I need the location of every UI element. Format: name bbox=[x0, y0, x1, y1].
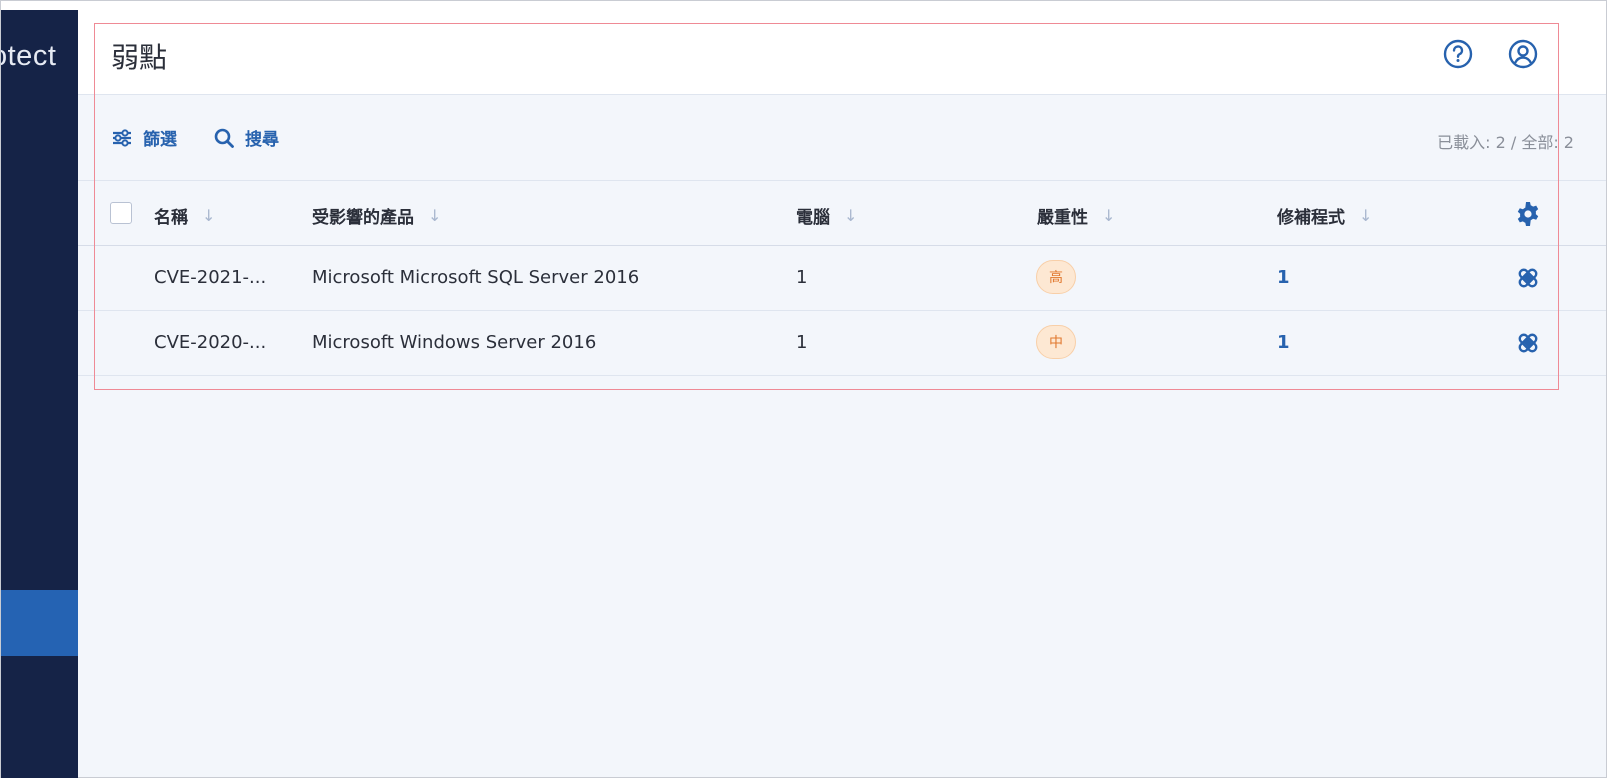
settings-gear-icon[interactable] bbox=[1515, 201, 1541, 227]
cell-computers: 1 bbox=[796, 332, 808, 353]
cell-product: Microsoft Microsoft SQL Server 2016 bbox=[312, 267, 640, 288]
cell-computers: 1 bbox=[796, 267, 808, 288]
column-label: 名稱 bbox=[154, 208, 188, 228]
patch-icon[interactable] bbox=[1516, 266, 1540, 290]
column-header-patches[interactable]: 修補程式 ↓ bbox=[1277, 203, 1372, 228]
sidebar: otect bbox=[1, 10, 78, 778]
table-row[interactable]: CVE-2020-... Microsoft Windows Server 20… bbox=[78, 311, 1606, 376]
column-header-severity[interactable]: 嚴重性 ↓ bbox=[1037, 203, 1115, 228]
cell-patches[interactable]: 1 bbox=[1277, 332, 1290, 353]
help-icon[interactable] bbox=[1442, 38, 1474, 70]
brand-logo-text: otect bbox=[1, 40, 57, 72]
sort-arrow-icon[interactable]: ↓ bbox=[1359, 206, 1372, 225]
column-label: 電腦 bbox=[796, 208, 830, 228]
sort-arrow-icon[interactable]: ↓ bbox=[844, 206, 857, 225]
toolbar: 篩選 搜尋 已載入: 2 / 全部: 2 bbox=[78, 95, 1606, 181]
sort-arrow-icon[interactable]: ↓ bbox=[202, 206, 215, 225]
search-label: 搜尋 bbox=[245, 130, 279, 150]
severity-badge: 中 bbox=[1036, 325, 1076, 359]
page-title: 弱點 bbox=[111, 41, 168, 74]
column-header-computers[interactable]: 電腦 ↓ bbox=[796, 203, 857, 228]
page-header: 弱點 bbox=[78, 10, 1606, 95]
user-icon[interactable] bbox=[1507, 38, 1539, 70]
patch-icon[interactable] bbox=[1516, 331, 1540, 355]
filter-button[interactable]: 篩選 bbox=[111, 125, 177, 150]
loaded-count: 已載入: 2 / 全部: 2 bbox=[1437, 133, 1574, 152]
app-window: otect 弱點 篩選 bbox=[0, 0, 1607, 778]
filter-label: 篩選 bbox=[143, 130, 177, 150]
cell-name: CVE-2021-... bbox=[154, 267, 267, 288]
cell-product: Microsoft Windows Server 2016 bbox=[312, 332, 597, 353]
vulnerabilities-table: 名稱 ↓ 受影響的產品 ↓ 電腦 ↓ 嚴重性 ↓ 修補程式 ↓ CVE-2021… bbox=[78, 181, 1606, 376]
column-header-product[interactable]: 受影響的產品 ↓ bbox=[312, 203, 441, 228]
filter-icon bbox=[113, 128, 131, 147]
search-button[interactable]: 搜尋 bbox=[213, 125, 279, 150]
column-label: 受影響的產品 bbox=[312, 208, 414, 228]
column-label: 修補程式 bbox=[1277, 208, 1345, 228]
top-strip bbox=[78, 1, 1606, 10]
severity-badge: 高 bbox=[1036, 260, 1076, 294]
column-header-name[interactable]: 名稱 ↓ bbox=[154, 203, 215, 228]
select-all-checkbox[interactable] bbox=[110, 202, 132, 224]
sidebar-active-item[interactable] bbox=[1, 590, 78, 656]
table-row[interactable]: CVE-2021-... Microsoft Microsoft SQL Ser… bbox=[78, 246, 1606, 311]
cell-patches[interactable]: 1 bbox=[1277, 267, 1290, 288]
top-strip-left bbox=[1, 1, 78, 10]
sort-arrow-icon[interactable]: ↓ bbox=[1102, 206, 1115, 225]
sort-arrow-icon[interactable]: ↓ bbox=[428, 206, 441, 225]
search-icon bbox=[214, 128, 234, 148]
cell-name: CVE-2020-... bbox=[154, 332, 267, 353]
column-label: 嚴重性 bbox=[1037, 208, 1088, 228]
table-header: 名稱 ↓ 受影響的產品 ↓ 電腦 ↓ 嚴重性 ↓ 修補程式 ↓ bbox=[78, 181, 1606, 246]
